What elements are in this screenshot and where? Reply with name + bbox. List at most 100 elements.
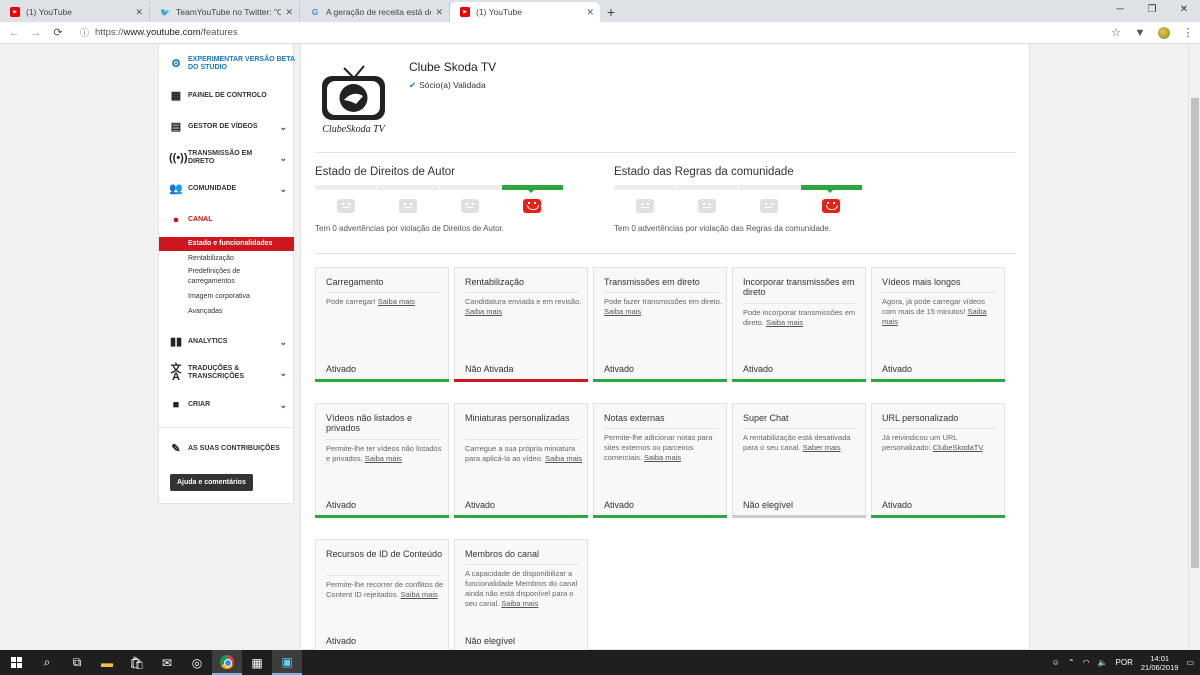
meter-pointer <box>528 190 534 193</box>
feature-card-divider <box>326 292 440 293</box>
browser-tab[interactable]: G A geração de receita está desati ✕ <box>300 2 450 22</box>
learn-more-link[interactable]: Saber mais <box>803 443 841 452</box>
browser-tab[interactable]: 🐦 TeamYouTube no Twitter: "Olá, c ✕ <box>150 2 300 22</box>
sidebar-divider <box>159 427 295 428</box>
neutral-face-icon <box>461 199 479 213</box>
reload-icon[interactable]: ⟳ <box>50 26 66 39</box>
sidebar-item-create[interactable]: ■ CRIAR ⌄ <box>159 399 295 411</box>
app-icon[interactable]: ◎ <box>182 650 212 675</box>
volume-icon[interactable]: 🔈 <box>1098 658 1108 667</box>
feature-card-description: Candidatura enviada e em revisão. Saiba … <box>465 297 583 317</box>
meter-segment <box>738 185 800 190</box>
extension-icon[interactable]: ▼ <box>1128 27 1152 39</box>
learn-more-link[interactable]: Saiba mais <box>501 599 538 608</box>
sidebar-subitem-advanced[interactable]: Avançadas <box>159 307 295 317</box>
feature-card-status-bar <box>315 515 449 518</box>
wifi-icon[interactable]: ◠ <box>1083 658 1090 667</box>
sidebar-item-live[interactable]: ((•)) TRANSMISSÃO EM DIRETO ⌄ <box>159 150 295 165</box>
channel-logo[interactable]: ClubeSkoda TV <box>316 60 391 136</box>
feature-card-divider <box>604 428 718 429</box>
sidebar-item-contributions[interactable]: ✎ AS SUAS CONTRIBUIÇÕES <box>159 443 295 455</box>
back-icon[interactable]: ← <box>6 27 22 39</box>
sidebar-item-channel[interactable]: ● CANAL <box>159 214 295 226</box>
chevron-up-icon[interactable]: ⌃ <box>1068 658 1075 667</box>
scrollbar-thumb[interactable] <box>1191 98 1199 568</box>
restore-icon[interactable]: ❐ <box>1136 0 1168 20</box>
google-icon: G <box>311 7 319 17</box>
feature-card: Transmissões em direto Pode fazer transmi… <box>593 267 727 382</box>
feature-card-description: Agora, já pode carregar vídeos com mais … <box>882 297 1000 327</box>
feature-card-status-bar <box>871 379 1005 382</box>
sidebar-subitem-upload-defaults[interactable]: Predefinições de carregamentos <box>159 267 269 287</box>
feature-card-divider <box>743 428 857 429</box>
sidebar-item-analytics[interactable]: ▮▮ ANALYTICS ⌄ <box>159 336 295 348</box>
sidebar-item-label: CANAL <box>188 216 213 223</box>
person-icon[interactable]: ☺ <box>1052 658 1060 667</box>
neutral-face-icon <box>698 199 716 213</box>
learn-more-link[interactable]: Saiba mais <box>365 454 402 463</box>
close-tab-icon[interactable]: ✕ <box>285 7 293 18</box>
search-icon[interactable]: ⌕ <box>32 650 62 675</box>
community-icon: 👥 <box>169 183 183 195</box>
chrome-taskbar-icon[interactable] <box>212 650 242 675</box>
mail-icon[interactable]: ✉ <box>152 650 182 675</box>
learn-more-link[interactable]: Saiba mais <box>378 297 415 306</box>
close-window-icon[interactable]: ✕ <box>1168 0 1200 20</box>
file-explorer-icon[interactable]: ▬ <box>92 650 122 675</box>
info-icon[interactable]: ⓘ <box>80 26 89 39</box>
close-tab-icon[interactable]: ✕ <box>586 7 594 18</box>
minimize-icon[interactable]: ─ <box>1104 0 1136 20</box>
sidebar-item-translations[interactable]: 文A TRADUÇÕES & TRANSCRIÇÕES ⌄ <box>159 364 295 383</box>
calculator-icon[interactable]: ▦ <box>242 650 272 675</box>
sidebar-subitem-status[interactable]: Estado e funcionalidades <box>159 237 294 251</box>
browser-tab[interactable]: ▶ (1) YouTube ✕ <box>0 2 150 22</box>
task-view-icon[interactable]: ⧉ <box>62 650 92 675</box>
language-indicator[interactable]: POR <box>1116 658 1133 667</box>
sidebar-item-dashboard[interactable]: ▦ PAINEL DE CONTROLO <box>159 90 295 102</box>
feature-card-divider <box>743 303 857 304</box>
close-tab-icon[interactable]: ✕ <box>435 7 443 18</box>
live-icon: ((•)) <box>169 152 188 164</box>
screen-capture-icon[interactable]: ▣ <box>272 650 302 675</box>
neutral-face-icon <box>399 199 417 213</box>
learn-more-link[interactable]: Saiba mais <box>545 454 582 463</box>
forward-icon[interactable]: → <box>28 27 44 39</box>
browser-tab-active[interactable]: ▶ (1) YouTube ✕ <box>450 2 600 22</box>
url-field[interactable]: ⓘ https://www.youtube.com/features <box>80 24 1104 42</box>
chevron-down-icon: ⌄ <box>279 184 287 194</box>
profile-avatar[interactable] <box>1152 26 1176 39</box>
close-tab-icon[interactable]: ✕ <box>135 7 143 18</box>
community-face-row <box>614 199 862 213</box>
sidebar-item-community[interactable]: 👥 COMUNIDADE ⌄ <box>159 183 295 195</box>
learn-more-link[interactable]: Saiba mais <box>766 318 803 327</box>
tab-title: (1) YouTube <box>476 7 522 17</box>
help-feedback-button[interactable]: Ajuda e comentários <box>170 474 253 491</box>
feature-card-status: Não elegível <box>743 500 794 510</box>
sidebar-item-studio-beta[interactable]: ⚙ EXPERIMENTAR VERSÃO BETA DO STUDIO <box>159 56 295 72</box>
copyright-status-text: Tem 0 advertências por violação de Direi… <box>315 224 504 233</box>
learn-more-link[interactable]: Saiba mais <box>465 307 502 316</box>
sidebar-subitem-branding[interactable]: Imagem corporativa <box>159 292 295 302</box>
learn-more-link[interactable]: Saiba mais <box>401 590 438 599</box>
feature-card-status-bar <box>871 515 1005 518</box>
meter-segment <box>676 185 738 190</box>
new-tab-button[interactable]: + <box>600 2 622 22</box>
start-button[interactable] <box>0 650 32 675</box>
system-tray: ☺ ⌃ ◠ 🔈 POR 14:01 21/06/2019 ▭ <box>1052 650 1194 675</box>
notification-icon[interactable]: ▭ <box>1186 658 1194 667</box>
sidebar-subitem-monetization[interactable]: Rentabilização <box>159 254 295 264</box>
dashboard-icon: ▦ <box>170 90 182 102</box>
store-icon[interactable]: 🛍 <box>122 650 152 675</box>
bookmark-star-icon[interactable]: ☆ <box>1104 26 1128 39</box>
page-scrollbar[interactable] <box>1188 44 1200 650</box>
sidebar-item-video-manager[interactable]: ▤ GESTOR DE VÍDEOS ⌄ <box>159 121 295 133</box>
feature-card-description: A capacidade de disponibilizar a funcion… <box>465 569 583 609</box>
section-divider <box>315 152 1016 153</box>
menu-kebab-icon[interactable]: ⋮ <box>1176 26 1200 39</box>
learn-more-link[interactable]: ClubeSkodaTV <box>933 443 983 452</box>
clock[interactable]: 14:01 21/06/2019 <box>1141 654 1179 672</box>
feature-card-title: Recursos de ID de Conteúdo <box>326 549 443 559</box>
clock-time: 14:01 <box>1150 653 1170 663</box>
learn-more-link[interactable]: Saiba mais <box>604 307 641 316</box>
learn-more-link[interactable]: Saiba mais <box>644 453 681 462</box>
